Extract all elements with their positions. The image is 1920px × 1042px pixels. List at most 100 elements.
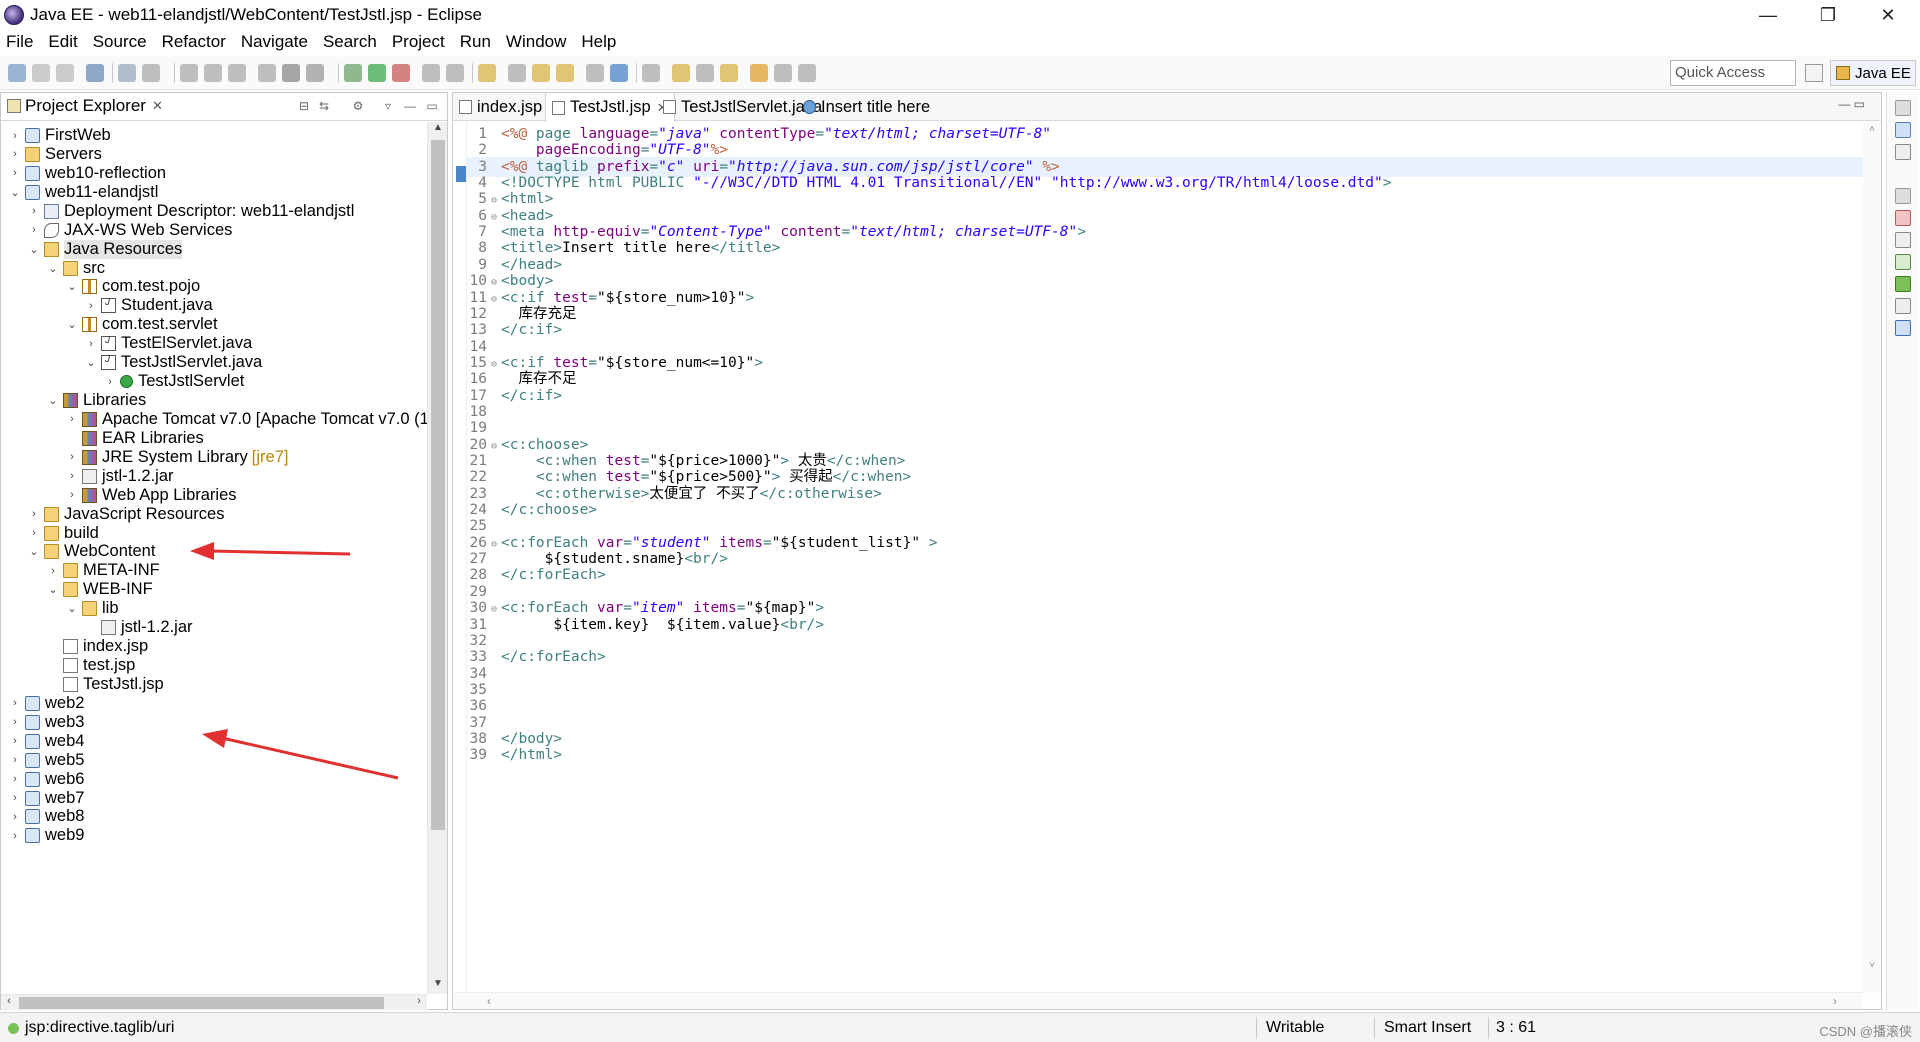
editor-scroll-right-icon[interactable]: › (1833, 994, 1837, 1008)
annotation-icon[interactable] (642, 64, 660, 82)
chevron-right-icon[interactable]: › (66, 413, 78, 425)
tree-item[interactable]: › web9 (9, 824, 84, 847)
chevron-right-icon[interactable]: › (9, 811, 21, 823)
tree-horizontal-scrollbar[interactable]: ‹ › (1, 994, 427, 1010)
menu-window[interactable]: Window (506, 32, 566, 52)
tree-vertical-scrollbar[interactable]: ▲ ▼ (427, 122, 447, 994)
close-view-icon[interactable]: ✕ (152, 98, 163, 114)
view-menu-icon[interactable]: ▿ (381, 99, 395, 113)
menu-source[interactable]: Source (93, 32, 147, 52)
editor-scroll-up-icon[interactable]: ˄ (1863, 124, 1881, 135)
open-type-icon[interactable] (118, 64, 136, 82)
close-window-button[interactable]: ✕ (1860, 0, 1916, 30)
chevron-down-icon[interactable]: ⌄ (66, 318, 78, 331)
new-server-icon[interactable] (446, 64, 464, 82)
data-source-icon[interactable] (1895, 276, 1911, 292)
code-line[interactable]: 39 </html> (467, 745, 1863, 765)
menu-file[interactable]: File (6, 32, 33, 52)
perspective-java-ee-button[interactable]: Java EE (1805, 60, 1916, 86)
chevron-down-icon[interactable]: ⌄ (28, 545, 40, 558)
servers-icon[interactable] (1895, 254, 1911, 270)
chevron-right-icon[interactable]: › (66, 451, 78, 463)
chevron-down-icon[interactable]: ⌄ (9, 186, 21, 199)
chevron-right-icon[interactable]: › (9, 792, 21, 804)
step-icon[interactable] (258, 64, 276, 82)
chevron-right-icon[interactable]: › (28, 527, 40, 539)
chevron-right-icon[interactable]: › (9, 697, 21, 709)
chevron-right-icon[interactable]: › (9, 130, 21, 142)
suspend-icon[interactable] (204, 64, 222, 82)
menu-edit[interactable]: Edit (48, 32, 77, 52)
search-icon[interactable] (586, 64, 604, 82)
chevron-right-icon[interactable]: › (9, 773, 21, 785)
prev-annotation-icon[interactable] (696, 64, 714, 82)
chevron-right-icon[interactable]: › (9, 148, 21, 160)
chevron-down-icon[interactable]: ⌄ (47, 262, 59, 275)
chevron-right-icon[interactable]: › (85, 300, 97, 312)
outline-icon[interactable] (1895, 122, 1911, 138)
menu-search[interactable]: Search (323, 32, 377, 52)
last-edit-icon[interactable] (720, 64, 738, 82)
scroll-up-icon[interactable]: ▲ (428, 122, 448, 138)
editor-scroll-down-icon[interactable]: ˅ (1863, 960, 1881, 971)
menu-refactor[interactable]: Refactor (162, 32, 226, 52)
run-icon[interactable] (368, 64, 386, 82)
open-folder-icon[interactable] (532, 64, 550, 82)
save-all-icon[interactable] (56, 64, 74, 82)
pin-icon[interactable] (798, 64, 816, 82)
chevron-right-icon[interactable]: › (47, 565, 59, 577)
snippets-icon[interactable] (1895, 298, 1911, 314)
minimize-button[interactable]: — (1740, 0, 1796, 30)
chevron-right-icon[interactable]: › (9, 167, 21, 179)
minimize-view-icon[interactable]: — (403, 99, 417, 113)
step-return-icon[interactable] (306, 64, 324, 82)
chevron-right-icon[interactable]: › (28, 224, 40, 236)
console-icon[interactable] (1895, 320, 1911, 336)
editor-horizontal-scrollbar[interactable]: ‹ › (453, 992, 1863, 1009)
chevron-right-icon[interactable]: › (66, 489, 78, 501)
chevron-right-icon[interactable]: › (28, 508, 40, 520)
chevron-right-icon[interactable]: › (9, 754, 21, 766)
chevron-right-icon[interactable]: › (28, 205, 40, 217)
scroll-down-icon[interactable]: ▼ (428, 978, 448, 994)
menu-navigate[interactable]: Navigate (241, 32, 308, 52)
chevron-down-icon[interactable]: ⌄ (28, 243, 40, 256)
save-icon[interactable] (32, 64, 50, 82)
link-with-editor-icon[interactable]: ⇆ (317, 99, 331, 113)
filter-icon[interactable]: ⚙ (351, 99, 365, 113)
chevron-right-icon[interactable]: › (66, 470, 78, 482)
menu-help[interactable]: Help (581, 32, 616, 52)
tab-project-explorer[interactable]: Project Explorer ✕ (7, 96, 163, 116)
scroll-thumb[interactable] (431, 140, 445, 830)
chevron-down-icon[interactable]: ⌄ (66, 602, 78, 615)
scroll-left-icon[interactable]: ‹ (1, 995, 17, 1011)
properties-icon[interactable] (1895, 232, 1911, 248)
chevron-down-icon[interactable]: ⌄ (47, 394, 59, 407)
editor-vertical-scrollbar[interactable]: ˄ ˅ (1863, 122, 1881, 993)
resume-icon[interactable] (180, 64, 198, 82)
open-task-icon[interactable] (556, 64, 574, 82)
tab-index-jsp[interactable]: index.jsp (453, 93, 548, 121)
chevron-right-icon[interactable]: › (9, 830, 21, 842)
markers-icon[interactable] (1895, 210, 1911, 226)
toggle-icon[interactable] (142, 64, 160, 82)
maximize-button[interactable]: ❐ (1800, 0, 1856, 30)
new-icon[interactable] (8, 64, 26, 82)
editor-scroll-left-icon[interactable]: ‹ (487, 994, 491, 1008)
chevron-right-icon[interactable]: › (85, 338, 97, 350)
task-list-icon[interactable] (1895, 144, 1911, 160)
open-perspective-icon[interactable] (1805, 64, 1823, 82)
web-browser-icon[interactable] (610, 64, 628, 82)
collapse-all-icon[interactable]: ⊟ (297, 99, 311, 113)
tab-testjstl-jsp[interactable]: TestJstl.jsp✕ (545, 93, 675, 122)
next-annotation-icon[interactable] (672, 64, 690, 82)
chevron-right-icon[interactable]: › (9, 735, 21, 747)
tab-insert-title-here[interactable]: Insert title here (797, 93, 936, 121)
forward-icon[interactable] (774, 64, 792, 82)
new-package-icon[interactable] (478, 64, 496, 82)
restore-bottom-icon[interactable] (1895, 188, 1911, 204)
terminate-icon[interactable] (228, 64, 246, 82)
scroll-right-icon[interactable]: › (411, 995, 427, 1011)
chevron-right-icon[interactable]: › (104, 376, 116, 388)
chevron-down-icon[interactable]: ⌄ (85, 356, 97, 369)
